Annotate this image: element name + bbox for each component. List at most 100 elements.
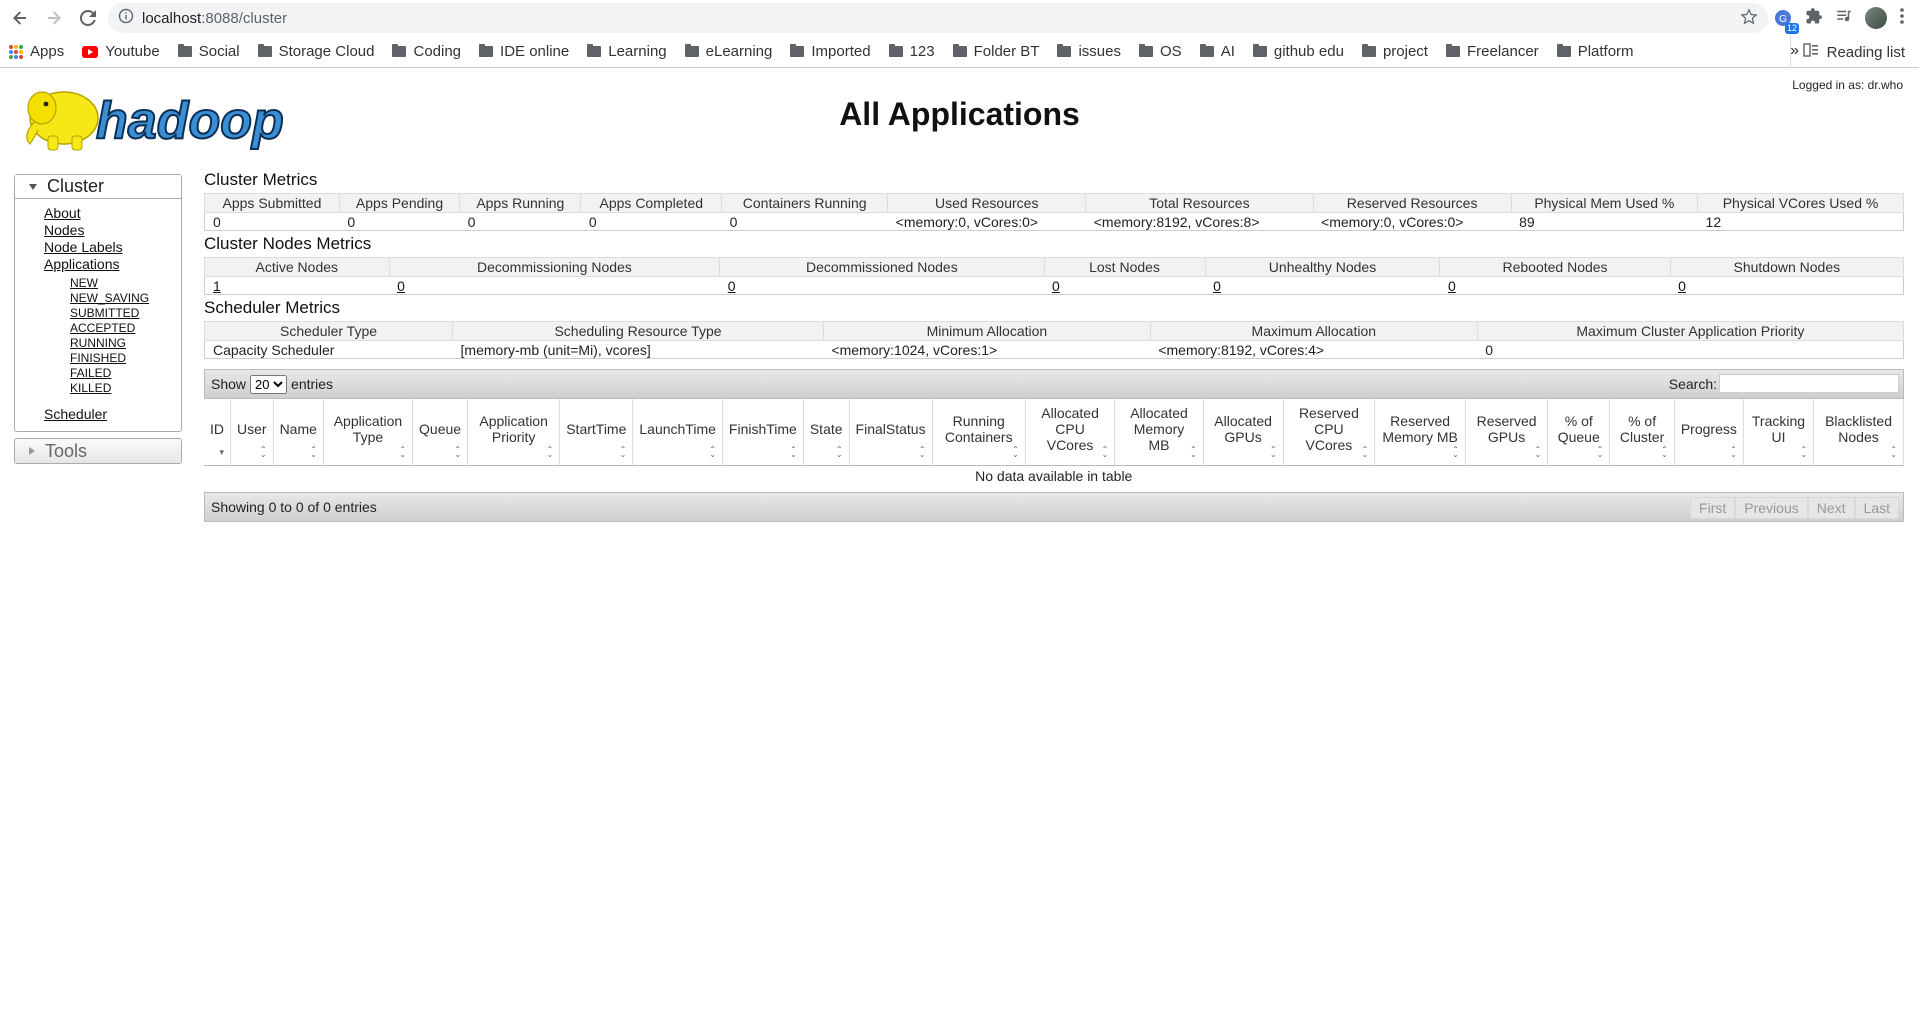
forward-button[interactable] [40, 4, 68, 32]
table-header: Minimum Allocation [822, 321, 1151, 341]
table-header: Containers Running [721, 193, 889, 213]
bookmark-folder[interactable]: project [1353, 43, 1437, 60]
sidebar-link-state-running[interactable]: RUNNING [70, 336, 181, 351]
column-header[interactable]: Reserved GPUs ⌃ ⌄ [1465, 399, 1549, 466]
sidebar-link-about[interactable]: About [44, 205, 181, 222]
browser-menu-icon[interactable] [1899, 7, 1905, 30]
sidebar-link-state-finished[interactable]: FINISHED [70, 351, 181, 366]
back-button[interactable] [6, 4, 34, 32]
bookmark-folder[interactable]: Folder BT [944, 43, 1049, 60]
extensions-puzzle-icon[interactable] [1805, 7, 1823, 30]
entries-select[interactable]: 20 [250, 374, 288, 394]
bookmark-youtube[interactable]: Youtube [73, 43, 169, 60]
column-header[interactable]: FinishTime ⌃ ⌄ [722, 399, 804, 466]
pager-next-button[interactable]: Next [1807, 496, 1855, 519]
active-nodes-link[interactable]: 1 [213, 278, 221, 294]
profile-avatar[interactable] [1865, 7, 1887, 29]
sidebar-link-scheduler[interactable]: Scheduler [44, 406, 181, 423]
table-cell: 0 [580, 212, 722, 231]
column-header[interactable]: % of Queue ⌃ ⌄ [1547, 399, 1611, 466]
sidebar-link-state-killed[interactable]: KILLED [70, 381, 181, 396]
table-header: Unhealthy Nodes [1204, 257, 1441, 277]
tools-section-header[interactable]: Tools [15, 439, 181, 463]
sidebar-link-state-submitted[interactable]: SUBMITTED [70, 306, 181, 321]
unhealthy-nodes-link[interactable]: 0 [1213, 278, 1221, 294]
bookmark-folder[interactable]: Platform [1548, 43, 1643, 60]
bookmark-folder[interactable]: Freelancer [1437, 43, 1548, 60]
column-header[interactable]: Running Containers ⌃ ⌄ [932, 399, 1026, 466]
column-header[interactable]: Reserved Memory MB ⌃ ⌄ [1374, 399, 1466, 466]
column-header-label: % of Queue [1557, 412, 1600, 445]
sort-icon: ⌃ ⌄ [1534, 444, 1542, 459]
sidebar-link-state-new[interactable]: NEW [70, 276, 181, 291]
column-header[interactable]: Allocated CPU VCores ⌃ ⌄ [1025, 399, 1116, 466]
column-header[interactable]: Allocated GPUs ⌃ ⌄ [1203, 399, 1284, 466]
empty-table-message: No data available in table [975, 467, 1133, 484]
bookmark-apps[interactable]: Apps [0, 43, 73, 60]
table-cell: 89 [1511, 212, 1698, 231]
column-header[interactable]: Queue ⌃ ⌄ [412, 399, 469, 466]
table-cell: 0 [1477, 340, 1905, 359]
column-header[interactable]: Tracking UI ⌃ ⌄ [1743, 399, 1815, 466]
sidebar-link-state-failed[interactable]: FAILED [70, 366, 181, 381]
sort-icon: ⌃ ⌄ [310, 444, 317, 459]
column-header[interactable]: User ⌃ ⌄ [230, 399, 274, 466]
sidebar-link-applications[interactable]: Applications [44, 256, 181, 273]
sidebar-link-state-new-saving[interactable]: NEW_SAVING [70, 291, 181, 306]
decommissioning-nodes-link[interactable]: 0 [397, 278, 405, 294]
column-header[interactable]: FinalStatus ⌃ ⌄ [849, 399, 933, 466]
bookmark-folder[interactable]: Coding [383, 43, 470, 60]
bookmark-folder[interactable]: OS [1130, 43, 1191, 60]
cluster-section-header[interactable]: Cluster [15, 175, 181, 199]
url-text: localhost:8088/cluster [142, 9, 288, 27]
column-header-label: FinishTime [728, 420, 797, 437]
column-header[interactable]: ID ▾ [204, 399, 231, 466]
sidebar-link-state-accepted[interactable]: ACCEPTED [70, 321, 181, 336]
reload-button[interactable] [74, 4, 102, 32]
column-header[interactable]: StartTime ⌃ ⌄ [559, 399, 634, 466]
extension-icon[interactable]: G 12 [1773, 8, 1799, 34]
bookmark-folder[interactable]: Social [169, 43, 249, 60]
bookmark-folder[interactable]: github edu [1244, 43, 1353, 60]
column-header[interactable]: Progress ⌃ ⌄ [1674, 399, 1744, 466]
column-header[interactable]: Allocated Memory MB ⌃ ⌄ [1114, 399, 1204, 466]
site-info-icon[interactable] [118, 8, 134, 29]
column-header[interactable]: Name ⌃ ⌄ [273, 399, 324, 466]
bookmark-folder[interactable]: IDE online [470, 43, 578, 60]
address-bar[interactable]: localhost:8088/cluster [108, 3, 1768, 33]
bookmark-folder[interactable]: eLearning [676, 43, 782, 60]
shutdown-nodes-link[interactable]: 0 [1678, 278, 1686, 294]
column-header[interactable]: LaunchTime ⌃ ⌄ [632, 399, 723, 466]
column-header[interactable]: Blacklisted Nodes ⌃ ⌄ [1813, 399, 1904, 466]
sidebar-link-node-labels[interactable]: Node Labels [44, 239, 181, 256]
media-queue-icon[interactable] [1835, 7, 1853, 30]
table-cell: <memory:1024, vCores:1> [823, 340, 1151, 359]
pager-first-button[interactable]: First [1690, 496, 1736, 519]
youtube-icon [82, 45, 99, 58]
tools-section: Tools [14, 438, 182, 464]
column-header[interactable]: Application Priority ⌃ ⌄ [467, 399, 561, 466]
pager-previous-button[interactable]: Previous [1735, 496, 1808, 519]
sort-icon: ⌃ ⌄ [835, 444, 843, 459]
column-header[interactable]: Application Type ⌃ ⌄ [323, 399, 414, 466]
search-input[interactable] [1719, 374, 1899, 393]
sidebar-link-nodes[interactable]: Nodes [44, 222, 181, 239]
bookmark-folder[interactable]: Learning [578, 43, 675, 60]
pager-last-button[interactable]: Last [1854, 496, 1899, 519]
decommissioned-nodes-link[interactable]: 0 [728, 278, 736, 294]
column-header[interactable]: % of Cluster ⌃ ⌄ [1609, 399, 1675, 466]
bookmark-folder[interactable]: AI [1191, 43, 1244, 60]
table-cell: 0 [721, 212, 888, 231]
bookmark-folder[interactable]: Imported [781, 43, 879, 60]
bookmark-folder[interactable]: issues [1048, 43, 1130, 60]
bookmark-star-icon[interactable] [1740, 8, 1758, 31]
folder-icon [684, 44, 699, 57]
lost-nodes-link[interactable]: 0 [1052, 278, 1060, 294]
page-title: All Applications [839, 96, 1080, 132]
rebooted-nodes-link[interactable]: 0 [1448, 278, 1456, 294]
column-header[interactable]: State ⌃ ⌄ [803, 399, 850, 466]
bookmark-folder[interactable]: Storage Cloud [249, 43, 384, 60]
bookmark-folder[interactable]: 123 [880, 43, 944, 60]
column-header[interactable]: Reserved CPU VCores ⌃ ⌄ [1283, 399, 1376, 466]
reading-list-button[interactable]: Reading list [1789, 36, 1905, 68]
